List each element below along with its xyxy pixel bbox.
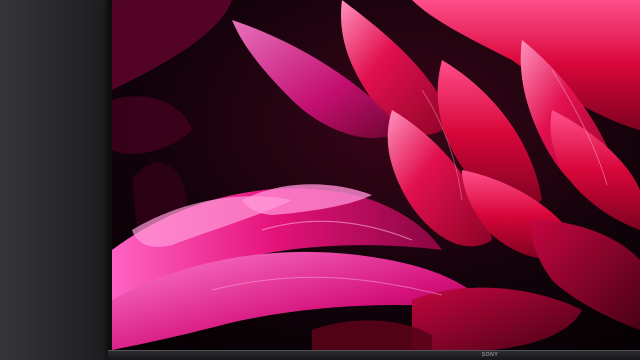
tv-screen (112, 0, 640, 350)
tv-scene: SONY (0, 0, 640, 360)
flower-closeup-image (112, 0, 640, 350)
wall-background (0, 0, 110, 360)
brand-logo: SONY (481, 352, 499, 358)
tv-bottom-bezel (108, 350, 640, 360)
